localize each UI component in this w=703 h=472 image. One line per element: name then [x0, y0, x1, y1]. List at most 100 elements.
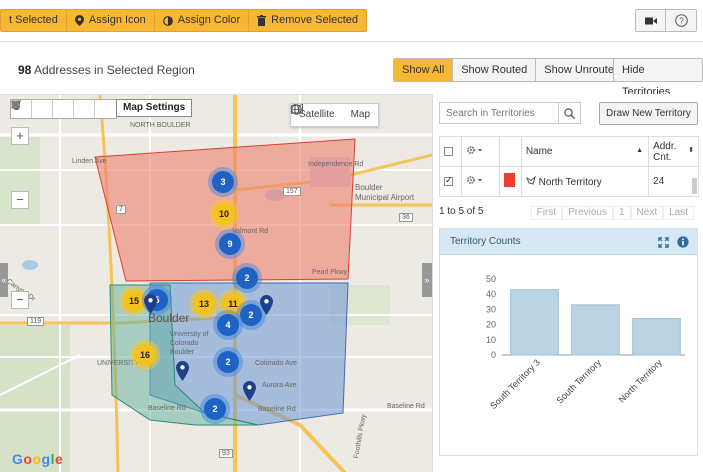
map-settings-button[interactable]: Map Settings: [116, 99, 193, 117]
drawing-tools: [10, 99, 117, 119]
map-label: University of Colorado Boulder: [170, 331, 209, 356]
address-cluster[interactable]: 13: [193, 293, 215, 315]
info-icon[interactable]: [677, 236, 689, 248]
map-pin-icon[interactable]: [176, 361, 189, 381]
highway: [98, 95, 120, 472]
pager-last[interactable]: Last: [663, 206, 694, 220]
collapse-left-handle[interactable]: «: [0, 263, 8, 297]
map-view[interactable]: NORTH BOULDER Linden Ave Independence Rd…: [0, 94, 432, 472]
map-button[interactable]: Map: [291, 104, 378, 126]
hide-territories-button[interactable]: Hide Territories: [613, 58, 703, 98]
remove-selected-label: Remove Selected: [271, 14, 358, 26]
trash-icon: [257, 15, 267, 26]
territories-panel: Draw New Territory Name ▲ Addr. Cnt. ⬍ Nor…: [432, 94, 703, 472]
collapse-right-handle[interactable]: »: [422, 263, 432, 297]
address-cluster[interactable]: 2: [204, 398, 226, 420]
search-icon: [564, 107, 575, 119]
help-button[interactable]: ?: [666, 10, 696, 31]
address-cluster[interactable]: 15: [123, 290, 145, 312]
color-header: [498, 136, 522, 167]
y-tick-label: 40: [486, 289, 496, 299]
y-tick-label: 30: [486, 304, 496, 314]
circle-tool[interactable]: [11, 100, 95, 118]
table-row[interactable]: North Territory 24: [439, 166, 699, 197]
address-cluster[interactable]: 9: [219, 233, 241, 255]
rectangle-tool[interactable]: [11, 100, 74, 118]
x-tick-label: South Territory: [555, 357, 604, 406]
map-icon: [291, 104, 303, 114]
pager-first[interactable]: First: [530, 206, 563, 220]
chart-bar[interactable]: [632, 318, 681, 356]
pager-next[interactable]: Next: [630, 206, 664, 220]
row-color-cell[interactable]: [498, 166, 522, 197]
address-cluster[interactable]: 4: [217, 314, 239, 336]
address-count: 98 Addresses in Selected Region: [18, 63, 195, 77]
search-button[interactable]: [558, 103, 580, 123]
territory-counts-header: Territory Counts: [440, 229, 697, 255]
pager-links: First Previous 1 Next Last: [530, 206, 694, 220]
polygon-tool[interactable]: [11, 100, 53, 118]
remove-selected-button[interactable]: Remove Selected: [249, 10, 366, 31]
widget-actions: [658, 229, 689, 255]
assign-color-button[interactable]: Assign Color: [155, 10, 250, 31]
gear-icon: [466, 176, 482, 184]
address-cluster[interactable]: 3: [212, 171, 234, 193]
map-pin-icon[interactable]: [260, 295, 273, 315]
address-cluster[interactable]: 16: [134, 344, 156, 366]
map-pin-icon[interactable]: [144, 294, 157, 314]
address-count-text: Addresses in Selected Region: [34, 63, 195, 77]
route-shield: 93: [219, 449, 233, 458]
close-icon: [11, 100, 20, 109]
row-actions-cell[interactable]: [460, 166, 500, 197]
zoom-out-button[interactable]: −: [11, 191, 29, 209]
video-button[interactable]: [636, 10, 666, 31]
sort-icon: ⬍: [688, 147, 694, 154]
territory-table: Name ▲ Addr. Cnt. ⬍ North Territory 24: [439, 136, 699, 197]
park-area: [0, 135, 40, 225]
expand-icon[interactable]: [658, 236, 669, 248]
select-all-checkbox[interactable]: [444, 146, 453, 156]
show-all-button[interactable]: Show All: [394, 59, 454, 81]
select-button[interactable]: t Selected: [1, 10, 67, 31]
assign-icon-label: Assign Icon: [88, 14, 146, 26]
map-label: Baseline Rd: [148, 405, 186, 412]
address-cluster[interactable]: 2: [240, 304, 262, 326]
address-cluster[interactable]: 2: [236, 267, 258, 289]
map-label: Linden Ave: [72, 158, 107, 165]
name-header[interactable]: Name ▲: [520, 136, 650, 167]
draw-new-territory-button[interactable]: Draw New Territory: [599, 102, 698, 125]
territory-counts-chart: 50 40 30 20 10 0South Territory 3 South Territ…: [486, 274, 685, 411]
territory-search-input[interactable]: [440, 103, 558, 123]
region-header: 98 Addresses in Selected Region Show All…: [0, 43, 703, 98]
chart-bar[interactable]: [571, 304, 620, 356]
x-tick-label: North Territory: [617, 357, 665, 405]
y-tick-label: 10: [486, 335, 496, 345]
route-shield: 36: [399, 213, 413, 222]
zoom-in-button[interactable]: +: [11, 127, 29, 145]
y-tick-label: 20: [486, 320, 496, 330]
address-cluster[interactable]: 2: [217, 351, 239, 373]
map-label: NORTH BOULDER: [130, 122, 191, 129]
google-logo: Google: [12, 451, 64, 467]
select-all-cell[interactable]: [439, 136, 462, 167]
chart-bar[interactable]: [510, 289, 559, 356]
territory-color-swatch[interactable]: [503, 173, 515, 187]
route-shield: 119: [27, 317, 45, 326]
select-label: t Selected: [9, 14, 58, 26]
map-label: UNIVERSITY: [97, 360, 140, 367]
row-checkbox[interactable]: [444, 175, 453, 186]
row-name-cell: North Territory: [520, 166, 650, 197]
table-scrollbar[interactable]: [692, 178, 697, 194]
clear-tool[interactable]: [11, 100, 116, 118]
selection-actions: t Selected Assign Icon Assign Color Remo…: [0, 9, 367, 32]
show-routed-button[interactable]: Show Routed: [453, 59, 537, 81]
row-select-cell[interactable]: [439, 166, 462, 197]
actions-header[interactable]: [460, 136, 500, 167]
address-cluster[interactable]: 10: [213, 203, 235, 225]
assign-icon-button[interactable]: Assign Icon: [67, 10, 155, 31]
count-header[interactable]: Addr. Cnt. ⬍: [648, 136, 699, 167]
pager-previous[interactable]: Previous: [562, 206, 613, 220]
zoom-slider-button[interactable]: −: [11, 291, 29, 309]
map-pin-icon[interactable]: [243, 381, 256, 401]
pager-page[interactable]: 1: [612, 206, 631, 220]
